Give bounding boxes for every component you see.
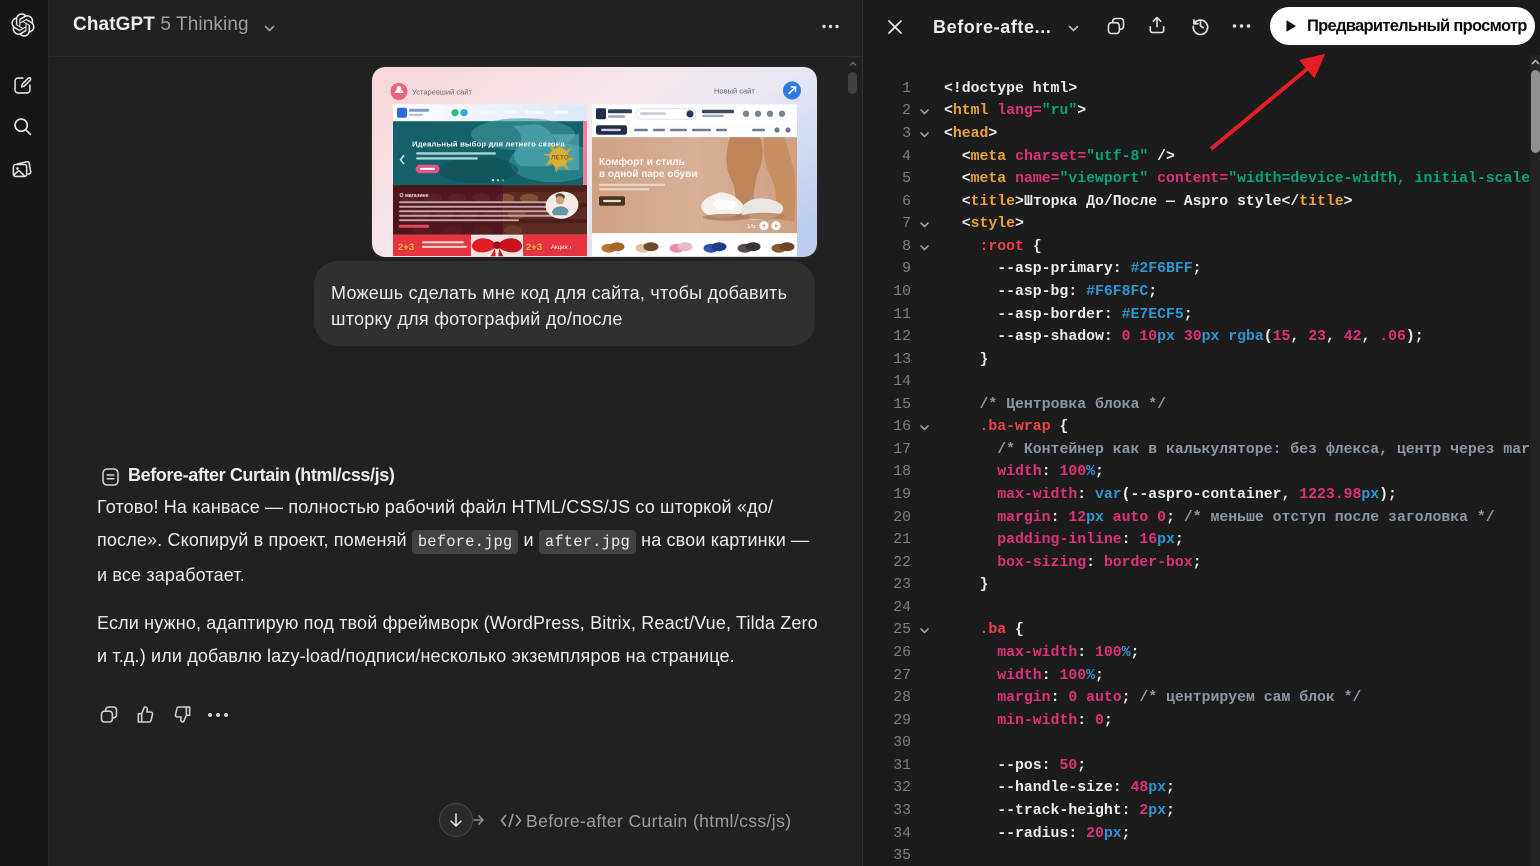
svg-text:1/5: 1/5: [747, 224, 756, 230]
svg-text:в одной паре обуви: в одной паре обуви: [599, 168, 697, 180]
svg-text:Акция ›: Акция ›: [551, 245, 571, 251]
svg-text:Устаревший сайт: Устаревший сайт: [412, 88, 472, 97]
svg-text:2+3: 2+3: [526, 242, 542, 253]
svg-text:Комфорт и стиль: Комфорт и стиль: [599, 156, 685, 168]
svg-text:ЛЕТО: ЛЕТО: [551, 155, 569, 162]
svg-text:Новый сайт: Новый сайт: [714, 87, 755, 96]
svg-text:Идеальный выбор для летнего се: Идеальный выбор для летнего сезона: [412, 140, 566, 149]
svg-text:2+3: 2+3: [398, 242, 414, 253]
svg-text:О магазине: О магазине: [400, 193, 429, 199]
